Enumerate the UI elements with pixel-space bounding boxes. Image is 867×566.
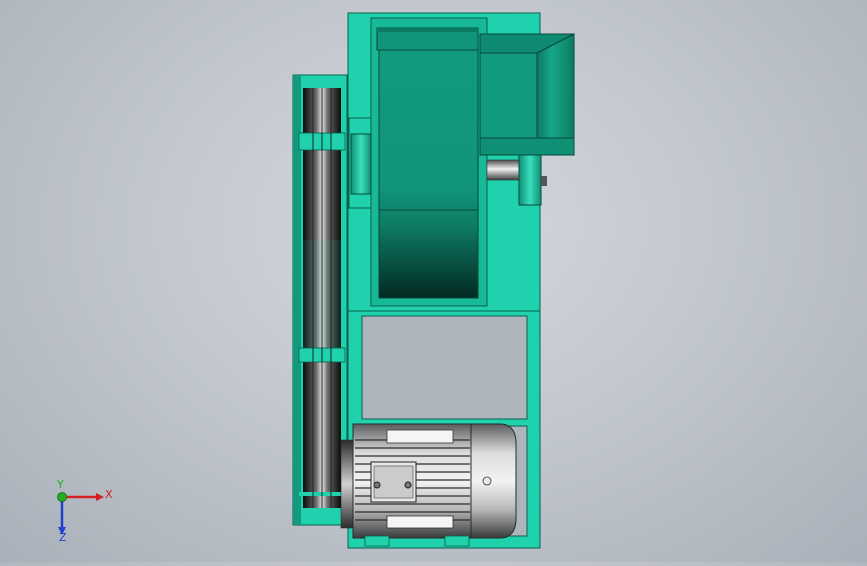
belt-pulley[interactable] — [292, 74, 348, 526]
graphics-viewport[interactable]: X Y Z — [0, 0, 867, 562]
y-axis-marker — [57, 492, 67, 502]
outlet-duct[interactable] — [479, 33, 575, 156]
z-axis-label: Z — [59, 531, 67, 542]
right-bearing[interactable] — [518, 154, 547, 206]
y-axis-label: Y — [56, 480, 64, 491]
x-axis-label: X — [105, 488, 113, 501]
electric-motor[interactable] — [340, 423, 517, 547]
coordinate-triad: X Y Z — [44, 478, 114, 544]
left-bearing[interactable] — [348, 117, 372, 209]
model-view[interactable] — [0, 0, 867, 562]
x-axis-head — [96, 493, 104, 501]
